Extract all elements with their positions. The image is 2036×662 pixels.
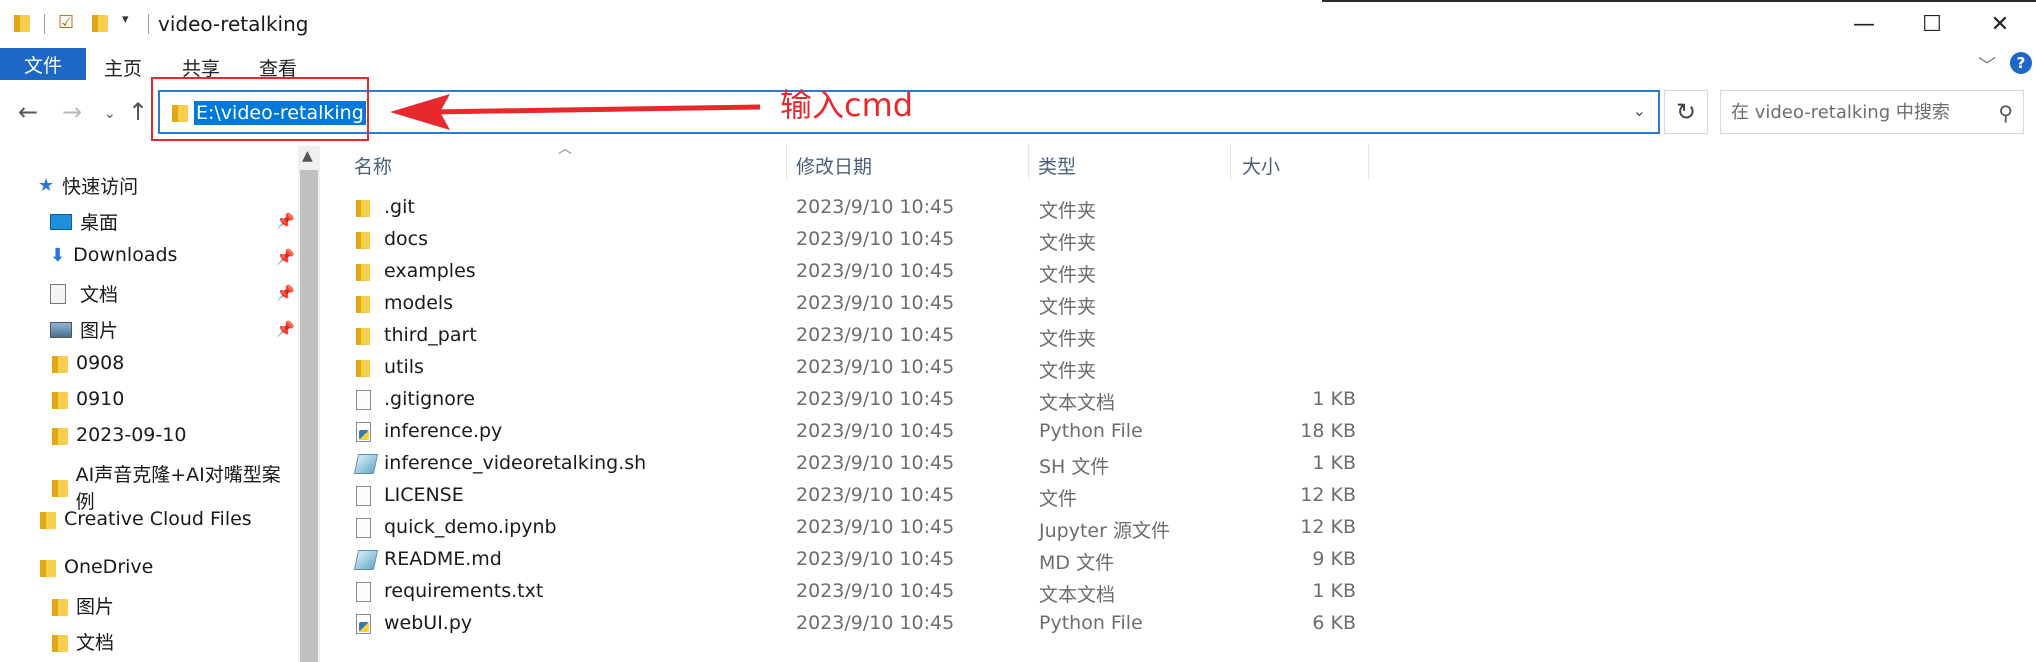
- new-folder-icon[interactable]: [90, 12, 110, 32]
- notebook-file-icon: [356, 518, 371, 538]
- chevron-down-icon[interactable]: ⌄: [1633, 101, 1646, 120]
- column-divider[interactable]: [1028, 144, 1029, 180]
- pictures-icon: [50, 321, 72, 338]
- file-icon: [356, 486, 371, 506]
- text-file-icon: [356, 390, 371, 410]
- table-row[interactable]: third_part 2023/9/10 10:45 文件夹: [350, 320, 1370, 352]
- column-header-type[interactable]: 类型: [1038, 152, 1076, 179]
- column-divider[interactable]: [1230, 144, 1231, 180]
- folder-icon: [354, 230, 372, 250]
- nav-quick-access[interactable]: ★ 快速访问: [38, 172, 138, 199]
- minimize-button[interactable]: —: [1834, 0, 1894, 48]
- table-row[interactable]: utils 2023/9/10 10:45 文件夹: [350, 352, 1370, 384]
- nav-onedrive-documents[interactable]: 文档: [50, 628, 114, 655]
- table-row[interactable]: README.md 2023/9/10 10:45 MD 文件 9 KB: [350, 544, 1370, 576]
- star-icon: ★: [38, 175, 55, 196]
- sort-ascending-icon: ︿: [558, 141, 572, 157]
- tab-file[interactable]: 文件: [0, 48, 86, 80]
- creative-cloud-icon: [38, 509, 58, 529]
- table-row[interactable]: LICENSE 2023/9/10 10:45 文件 12 KB: [350, 480, 1370, 512]
- folder-icon: [50, 425, 70, 445]
- column-header-size[interactable]: 大小: [1242, 152, 1280, 179]
- folder-icon: [50, 596, 70, 616]
- folder-icon: [354, 326, 372, 346]
- up-icon[interactable]: ↑: [128, 98, 148, 126]
- table-row[interactable]: quick_demo.ipynb 2023/9/10 10:45 Jupyter…: [350, 512, 1370, 544]
- folder-icon: [50, 353, 70, 373]
- column-header-date[interactable]: 修改日期: [796, 152, 872, 179]
- nav-item-0908[interactable]: 0908: [50, 352, 124, 374]
- nav-item-pictures[interactable]: 图片: [50, 316, 118, 343]
- divider: [148, 14, 149, 34]
- table-row[interactable]: models 2023/9/10 10:45 文件夹: [350, 288, 1370, 320]
- table-row[interactable]: .git 2023/9/10 10:45 文件夹: [350, 192, 1370, 224]
- nav-item-downloads[interactable]: ⬇ Downloads: [50, 244, 177, 266]
- desktop-icon: [50, 213, 72, 230]
- divider: [44, 14, 45, 34]
- column-header-name[interactable]: 名称: [354, 152, 392, 179]
- navigation-pane: ★ 快速访问 桌面 📌 ⬇ Downloads 📌 文档 📌 图片 📌 0908…: [0, 148, 296, 662]
- table-row[interactable]: requirements.txt 2023/9/10 10:45 文本文档 1 …: [350, 576, 1370, 608]
- download-icon: ⬇: [50, 244, 66, 266]
- scroll-up-icon[interactable]: ▲: [302, 148, 313, 164]
- python-file-icon: [356, 614, 371, 634]
- pin-icon: 📌: [276, 320, 295, 338]
- folder-icon: [50, 477, 70, 497]
- pin-icon: 📌: [276, 284, 295, 302]
- maximize-button[interactable]: ☐: [1902, 0, 1962, 48]
- nav-item-ai-case[interactable]: AI声音克隆+AI对嘴型案例: [50, 460, 296, 514]
- search-box[interactable]: ⚲: [1720, 90, 2024, 134]
- annotation-box: [151, 77, 369, 141]
- folder-icon: [354, 198, 372, 218]
- nav-creative-cloud[interactable]: Creative Cloud Files: [38, 508, 252, 530]
- refresh-icon: ↻: [1675, 98, 1697, 126]
- search-input[interactable]: [1721, 91, 2023, 133]
- pin-icon: 📌: [276, 212, 295, 230]
- close-button[interactable]: ✕: [1970, 0, 2030, 48]
- nav-onedrive[interactable]: OneDrive: [38, 556, 153, 578]
- scrollbar-thumb[interactable]: [300, 170, 318, 662]
- pin-icon: 📌: [276, 248, 295, 266]
- nav-scrollbar[interactable]: ▲: [298, 146, 320, 662]
- back-icon[interactable]: ←: [18, 98, 38, 126]
- help-icon[interactable]: ?: [2010, 52, 2032, 74]
- column-divider[interactable]: [1368, 144, 1369, 180]
- recent-locations-icon[interactable]: ⌄: [104, 106, 116, 122]
- text-file-icon: [356, 582, 371, 602]
- nav-item-2023-09-10[interactable]: 2023-09-10: [50, 424, 186, 446]
- folder-icon: [354, 262, 372, 282]
- window-title: video-retalking: [158, 12, 309, 36]
- document-icon: [50, 283, 66, 304]
- nav-onedrive-pictures[interactable]: 图片: [50, 592, 114, 619]
- nav-item-documents[interactable]: 文档: [50, 280, 118, 307]
- annotation-arrow: [390, 94, 761, 130]
- table-row[interactable]: inference_videoretalking.sh 2023/9/10 10…: [350, 448, 1370, 480]
- markdown-file-icon: [353, 550, 379, 570]
- folder-icon: [38, 557, 58, 577]
- table-row[interactable]: .gitignore 2023/9/10 10:45 文本文档 1 KB: [350, 384, 1370, 416]
- folder-icon: [12, 12, 32, 32]
- customize-toolbar-icon[interactable]: ▾: [122, 12, 129, 27]
- annotation-text: 输入cmd: [780, 86, 914, 124]
- python-file-icon: [356, 422, 371, 442]
- table-row[interactable]: inference.py 2023/9/10 10:45 Python File…: [350, 416, 1370, 448]
- folder-icon: [354, 358, 372, 378]
- title-bar: ☑ ▾ video-retalking — ☐ ✕: [0, 0, 2036, 48]
- nav-item-0910[interactable]: 0910: [50, 388, 124, 410]
- search-icon[interactable]: ⚲: [1998, 101, 2013, 125]
- table-row[interactable]: webUI.py 2023/9/10 10:45 Python File 6 K…: [350, 608, 1370, 640]
- forward-icon[interactable]: →: [62, 98, 82, 126]
- column-divider[interactable]: [786, 144, 787, 180]
- nav-item-desktop[interactable]: 桌面: [50, 208, 118, 235]
- properties-icon[interactable]: ☑: [58, 12, 74, 33]
- folder-icon: [50, 632, 70, 652]
- folder-icon: [354, 294, 372, 314]
- table-row[interactable]: docs 2023/9/10 10:45 文件夹: [350, 224, 1370, 256]
- refresh-button[interactable]: ↻: [1664, 90, 1708, 134]
- shell-file-icon: [353, 454, 379, 474]
- expand-ribbon-icon[interactable]: ﹀: [1978, 52, 1996, 78]
- table-row[interactable]: examples 2023/9/10 10:45 文件夹: [350, 256, 1370, 288]
- tab-home[interactable]: 主页: [104, 54, 142, 81]
- folder-icon: [50, 389, 70, 409]
